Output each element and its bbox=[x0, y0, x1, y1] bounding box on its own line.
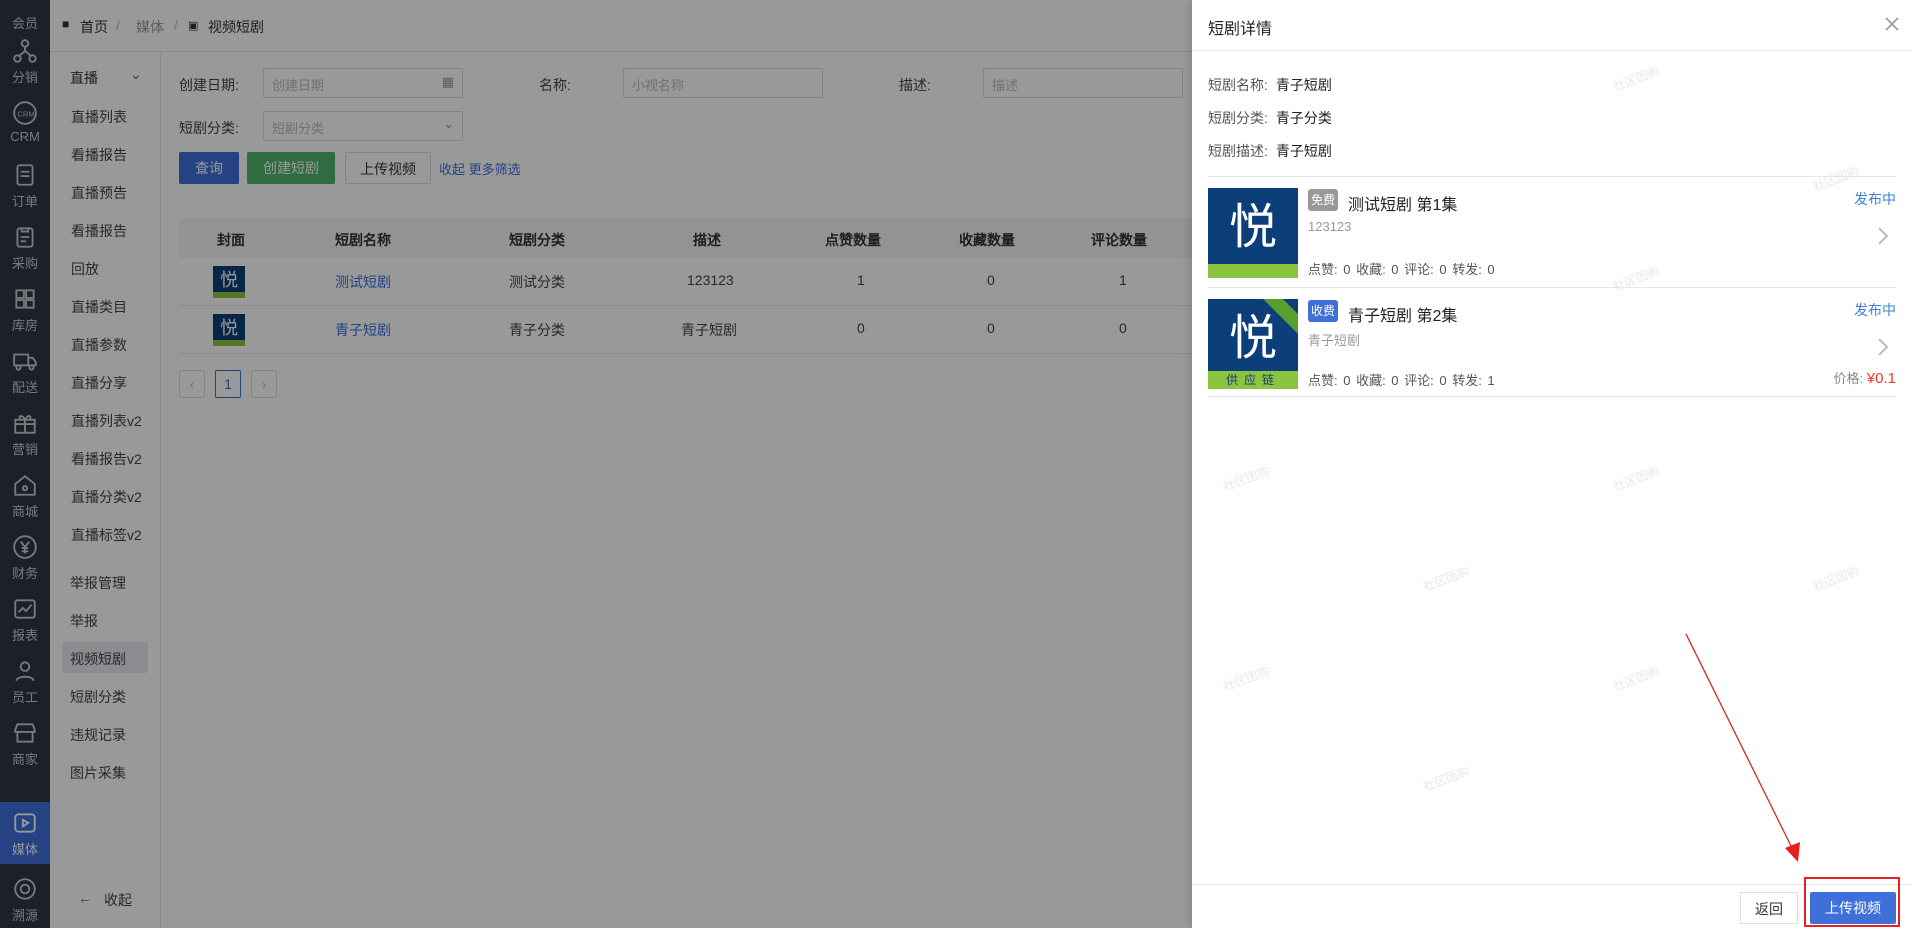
chevron-right-icon[interactable] bbox=[1876, 336, 1890, 358]
upload-video-button[interactable]: 上传视频 bbox=[1810, 892, 1896, 924]
watermark: 社区团购 bbox=[1421, 764, 1472, 794]
watermark: 社区团购 bbox=[1611, 664, 1662, 694]
drama-category-row: 短剧分类: 青子分类 bbox=[1208, 108, 1332, 128]
episode-item[interactable]: 悦 免费 测试短剧 第1集 123123 点赞: 0 收藏: 0 评论: 0 转… bbox=[1208, 176, 1896, 286]
price-label: 价格: bbox=[1833, 371, 1864, 386]
drama-name-label: 短剧名称: bbox=[1208, 77, 1268, 93]
close-icon[interactable] bbox=[1882, 14, 1902, 34]
episode-title: 青子短剧 第2集 bbox=[1348, 308, 1458, 325]
episode-item[interactable]: 悦供应链 收费 青子短剧 第2集 青子短剧 点赞: 0 收藏: 0 评论: 0 … bbox=[1208, 287, 1896, 397]
watermark: 社区团购 bbox=[1221, 664, 1272, 694]
thumb-band bbox=[1208, 264, 1298, 278]
drawer-header: 短剧详情 bbox=[1192, 0, 1912, 51]
drawer-footer: 返回 上传视频 bbox=[1192, 877, 1912, 928]
drama-name-value: 青子短剧 bbox=[1275, 77, 1332, 93]
chevron-right-icon[interactable] bbox=[1876, 225, 1890, 247]
drama-name-row: 短剧名称: 青子短剧 bbox=[1208, 75, 1332, 95]
episode-stats: 点赞: 0 收藏: 0 评论: 0 转发: 0 bbox=[1308, 262, 1495, 277]
annotation-arrow bbox=[1685, 633, 1800, 862]
episode-status: 发布中 bbox=[1854, 302, 1896, 318]
episode-desc: 123123 bbox=[1308, 219, 1352, 234]
drama-desc-label: 短剧描述: bbox=[1208, 143, 1268, 159]
watermark: 社区团购 bbox=[1221, 464, 1272, 494]
episode-thumbnail: 悦 bbox=[1208, 188, 1298, 278]
watermark: 社区团购 bbox=[1611, 464, 1662, 494]
episode-status: 发布中 bbox=[1854, 191, 1896, 207]
back-button[interactable]: 返回 bbox=[1740, 892, 1798, 924]
thumb-band: 供应链 bbox=[1208, 371, 1298, 389]
watermark: 社区团购 bbox=[1421, 564, 1472, 594]
thumb-logo: 悦 bbox=[1228, 201, 1277, 254]
episode-stats: 点赞: 0 收藏: 0 评论: 0 转发: 1 bbox=[1308, 373, 1495, 388]
episode-thumbnail: 悦供应链 bbox=[1208, 299, 1298, 389]
drama-category-value: 青子分类 bbox=[1275, 110, 1332, 126]
watermark: 社区团购 bbox=[1611, 64, 1662, 94]
episode-title: 测试短剧 第1集 bbox=[1348, 197, 1458, 214]
drawer-title: 短剧详情 bbox=[1208, 21, 1273, 38]
episode-price-row: 价格: ¥0.1 bbox=[1834, 368, 1896, 387]
drama-desc-value: 青子短剧 bbox=[1275, 143, 1332, 159]
free-badge: 免费 bbox=[1308, 189, 1338, 211]
episode-desc: 青子短剧 bbox=[1308, 333, 1361, 348]
price-value: ¥0.1 bbox=[1866, 370, 1896, 387]
drama-category-label: 短剧分类: bbox=[1208, 110, 1268, 126]
paid-badge: 收费 bbox=[1308, 300, 1338, 322]
drama-detail-drawer: 短剧详情 短剧名称: 青子短剧 短剧分类: 青子分类 短剧描述: 青子短剧 悦 免费 … bbox=[1192, 0, 1912, 928]
modal-overlay[interactable] bbox=[0, 0, 1192, 928]
watermark: 社区团购 bbox=[1811, 564, 1862, 594]
thumb-logo: 悦 bbox=[1228, 312, 1277, 365]
drama-desc-row: 短剧描述: 青子短剧 bbox=[1208, 141, 1332, 161]
